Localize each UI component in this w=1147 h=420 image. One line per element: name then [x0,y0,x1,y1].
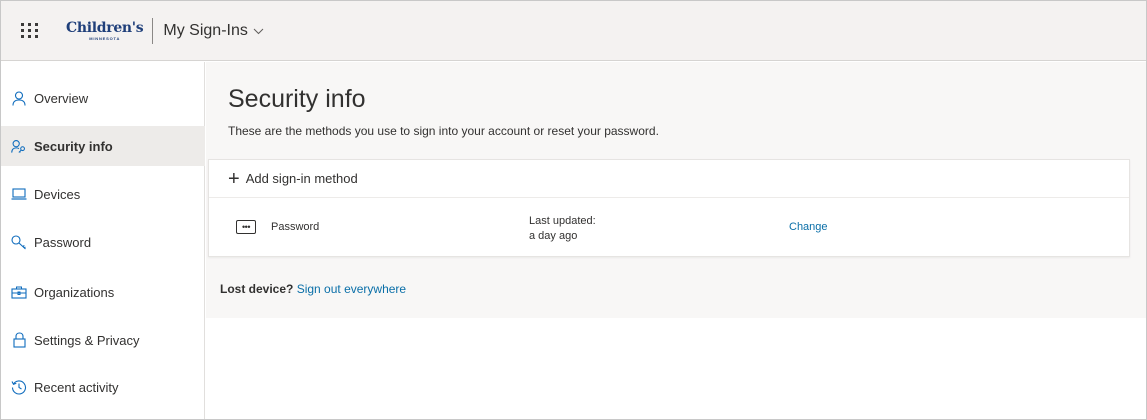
password-dots-icon: ••• [236,220,256,234]
method-name: Password [271,221,320,233]
app-title-dropdown[interactable]: My Sign-Ins [163,21,264,40]
last-updated-label: Last updated: [529,215,596,227]
sidebar-item-label: Devices [34,186,81,202]
sidebar-item-label: Recent activity [34,379,119,395]
history-icon [11,379,27,395]
laptop-icon [11,186,27,202]
key-icon [11,234,27,250]
lost-device-label: Lost device? [220,282,294,296]
sign-out-everywhere-link[interactable]: Sign out everywhere [297,282,406,296]
change-password-link[interactable]: Change [789,221,828,233]
page-title: Security info [228,85,366,113]
sidebar-item-overview[interactable]: Overview [1,78,205,118]
app-launcher-icon[interactable] [20,21,40,41]
sign-in-method-row: ••• Password Last updated: a day ago Cha… [209,199,1129,257]
page-description: These are the methods you use to sign in… [228,124,659,138]
person-icon [11,90,27,106]
sidebar-item-label: Organizations [34,284,115,300]
sidebar-item-password[interactable]: Password [1,222,205,262]
logo-subtext: MINNESOTA [89,35,121,41]
lock-icon [11,332,27,348]
plus-icon: + [228,167,240,190]
sidebar-item-label: Overview [34,90,89,106]
main-content: Security info These are the methods you … [206,62,1146,318]
sidebar-item-label: Password [34,234,92,250]
top-bar: Children's MINNESOTA My Sign-Ins [1,1,1146,61]
sidebar-item-label: Settings & Privacy [34,332,140,348]
last-updated-value: a day ago [529,230,578,242]
security-key-icon [11,138,27,154]
briefcase-icon [11,284,27,300]
sidebar-item-label: Security info [34,138,113,154]
chevron-down-icon [253,28,264,35]
sign-in-methods-card: + Add sign-in method ••• Password Last u… [208,159,1130,257]
lost-device-row: Lost device? Sign out everywhere [220,282,406,296]
sidebar-item-settings-privacy[interactable]: Settings & Privacy [1,320,205,360]
logo-text: Children's [66,19,144,36]
sidebar-nav: Overview Security info Devices Password [1,62,205,419]
add-sign-in-method-label: Add sign-in method [245,171,358,186]
app-title: My Sign-Ins [163,21,248,39]
brand-logo[interactable]: Children's MINNESOTA [66,19,144,41]
header-divider [152,17,154,44]
sidebar-item-recent-activity[interactable]: Recent activity [1,367,205,407]
sidebar-item-organizations[interactable]: Organizations [1,272,205,312]
app-window: Children's MINNESOTA My Sign-Ins Overvie… [0,0,1147,420]
sidebar-item-devices[interactable]: Devices [1,174,205,214]
sidebar-item-security-info[interactable]: Security info [1,126,205,166]
add-sign-in-method-button[interactable]: + Add sign-in method [209,160,1129,198]
